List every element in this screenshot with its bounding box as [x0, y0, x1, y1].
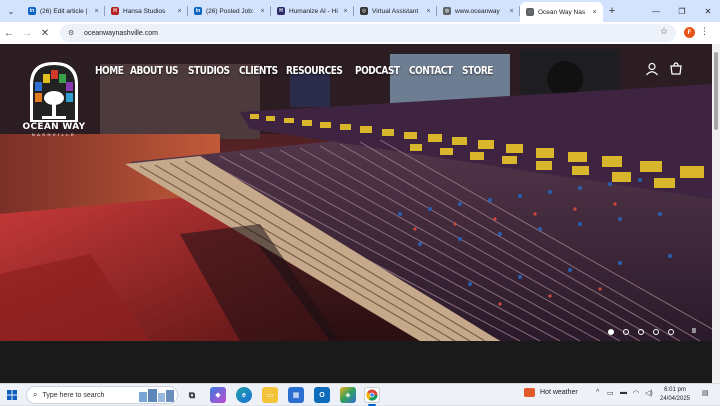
- logo-subtitle: NASHVILLE: [31, 132, 77, 137]
- photos-icon[interactable]: ◈: [340, 387, 356, 403]
- outlook-icon[interactable]: O: [314, 387, 330, 403]
- hansa-icon: H: [111, 7, 119, 15]
- tab-title: Hansa Studios: [123, 7, 166, 15]
- page-viewport: OCEAN WAY NASHVILLE HOME ABOUT US STUDIOS C…: [0, 44, 712, 383]
- cart-icon[interactable]: [669, 62, 683, 76]
- weather-icon: [524, 388, 535, 397]
- volume-icon[interactable]: ◁): [645, 389, 653, 397]
- windows-taskbar: ⌕ Type here to search ⧉ ◆ e ▭ ▦ O ◈ Hot …: [0, 383, 720, 406]
- logo-name: OCEAN WAY: [22, 122, 86, 132]
- bookmark-star-icon[interactable]: ☆: [660, 26, 668, 37]
- tab-title: Ocean Way Nas: [538, 8, 586, 16]
- main-navigation: HOME ABOUT US STUDIOS CLIENTS RESOURCES PODCA…: [95, 64, 494, 77]
- clock-date: 24/04/2025: [659, 396, 691, 402]
- humanize-icon: H: [277, 7, 285, 15]
- search-highlight-icon: [139, 389, 174, 402]
- browser-tab[interactable]: in (26) Posted Job: ×: [188, 0, 271, 22]
- tab-title: (26) Edit article |: [40, 7, 88, 15]
- slider-dot[interactable]: [638, 329, 644, 335]
- stop-loading-button[interactable]: ✕: [36, 22, 54, 44]
- system-clock[interactable]: 6:01 pm 24/04/2025: [657, 386, 693, 404]
- nav-store[interactable]: STORE: [462, 64, 493, 77]
- slider-dot[interactable]: [623, 329, 629, 335]
- close-tab-icon[interactable]: ×: [92, 8, 101, 15]
- tab-search-icon[interactable]: ⌄: [0, 0, 22, 22]
- weather-text: Hot weather: [540, 389, 578, 396]
- notifications-icon[interactable]: ▤: [702, 389, 709, 397]
- search-icon: ⌕: [33, 390, 38, 399]
- back-button[interactable]: ←: [0, 22, 18, 44]
- slider-dot[interactable]: [668, 329, 674, 335]
- url-text: oceanwaynashville.com: [84, 29, 158, 37]
- nav-resources[interactable]: RESOURCES: [286, 64, 343, 77]
- site-info-icon[interactable]: ⚙: [68, 29, 80, 37]
- account-icon[interactable]: [645, 62, 659, 76]
- scrollbar-thumb[interactable]: [714, 52, 718, 130]
- tab-title: Virtual Assistant: [372, 7, 419, 15]
- tab-title: Humanize AI - Hi: [289, 7, 338, 15]
- slider-dot[interactable]: [653, 329, 659, 335]
- browser-tab-active[interactable]: ◌ Ocean Way Nas ×: [520, 2, 603, 22]
- profile-avatar[interactable]: F: [684, 27, 695, 38]
- close-window-icon[interactable]: ✕: [695, 0, 720, 22]
- browser-tab-strip: ⌄ in (26) Edit article | × H Hansa Studios × i…: [0, 0, 720, 22]
- nav-about-us[interactable]: ABOUT US: [130, 64, 179, 77]
- restore-icon[interactable]: ❐: [669, 0, 695, 22]
- copilot-icon[interactable]: ◆: [210, 387, 226, 403]
- linkedin-icon: in: [28, 7, 36, 15]
- weather-widget[interactable]: Hot weather: [524, 388, 578, 397]
- wifi-icon[interactable]: ◠: [633, 389, 639, 397]
- nav-studios[interactable]: STUDIOS: [188, 64, 230, 77]
- close-tab-icon[interactable]: ×: [258, 8, 267, 15]
- browser-menu-icon[interactable]: ⋮: [700, 26, 709, 37]
- ocean-way-logo[interactable]: [24, 58, 84, 128]
- nav-home[interactable]: HOME: [95, 64, 124, 77]
- close-tab-icon[interactable]: ×: [341, 8, 350, 15]
- windows-logo-icon: [7, 389, 17, 400]
- browser-tab[interactable]: ◎ Virtual Assistant ×: [354, 0, 437, 22]
- close-tab-icon[interactable]: ×: [507, 8, 516, 15]
- close-tab-icon[interactable]: ×: [590, 9, 599, 16]
- loading-icon: ◌: [526, 8, 534, 16]
- nav-clients[interactable]: CLIENTS: [239, 64, 278, 77]
- slider-pause-button[interactable]: II: [692, 328, 696, 335]
- tab-title: (26) Posted Job:: [206, 7, 254, 15]
- forward-button[interactable]: →: [18, 22, 36, 44]
- task-view-icon[interactable]: ⧉: [184, 387, 200, 403]
- battery-icon[interactable]: ▬: [620, 389, 627, 396]
- page-section-dark: [0, 341, 712, 383]
- tab-title: www.oceanway: [455, 7, 500, 15]
- slider-pagination: [608, 329, 674, 335]
- taskbar-search-box[interactable]: ⌕ Type here to search: [26, 386, 178, 404]
- linkedin-icon: in: [194, 7, 202, 15]
- close-tab-icon[interactable]: ×: [424, 8, 433, 15]
- meet-now-icon[interactable]: ▭: [607, 389, 614, 397]
- clock-time: 6:01 pm: [664, 387, 686, 393]
- globe-icon: ◍: [443, 7, 451, 15]
- nav-contact[interactable]: CONTACT: [409, 64, 453, 77]
- browser-tab[interactable]: H Humanize AI - Hi ×: [271, 0, 354, 22]
- address-bar[interactable]: ⚙ oceanwaynashville.com ☆: [60, 24, 676, 42]
- start-button[interactable]: [0, 384, 24, 406]
- browser-tab[interactable]: ◍ www.oceanway ×: [437, 0, 520, 22]
- site-header: OCEAN WAY NASHVILLE HOME ABOUT US STUDIOS C…: [0, 44, 712, 137]
- close-tab-icon[interactable]: ×: [175, 8, 184, 15]
- show-hidden-icons[interactable]: ^: [596, 389, 599, 396]
- browser-toolbar: ← → ✕ ⚙ oceanwaynashville.com ☆: [0, 22, 720, 44]
- minimize-icon[interactable]: —: [643, 0, 669, 22]
- store-icon[interactable]: ▦: [288, 387, 304, 403]
- edge-icon[interactable]: e: [236, 387, 252, 403]
- slider-dot[interactable]: [608, 329, 614, 335]
- file-explorer-icon[interactable]: ▭: [262, 387, 278, 403]
- browser-tab[interactable]: H Hansa Studios ×: [105, 0, 188, 22]
- nav-podcast[interactable]: PODCAST: [355, 64, 400, 77]
- chrome-icon[interactable]: [364, 387, 380, 403]
- globe-icon: ◎: [360, 7, 368, 15]
- search-placeholder: Type here to search: [42, 391, 105, 399]
- browser-tab[interactable]: in (26) Edit article | ×: [22, 0, 105, 22]
- hero-slider: OCEAN WAY NASHVILLE HOME ABOUT US STUDIOS C…: [0, 44, 712, 341]
- new-tab-button[interactable]: +: [603, 0, 621, 22]
